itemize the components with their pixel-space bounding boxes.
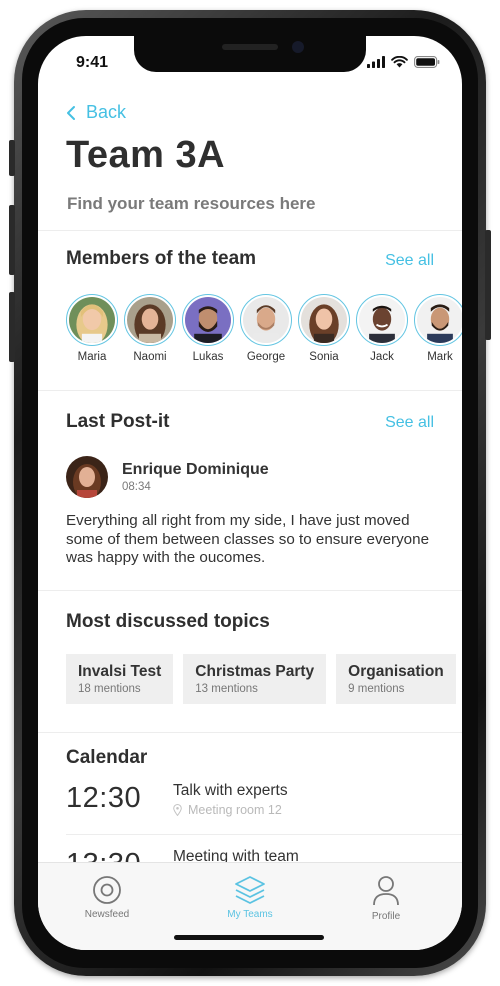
back-label: Back bbox=[86, 102, 127, 122]
tab-label: Newsfeed bbox=[84, 909, 130, 920]
avatar bbox=[301, 297, 347, 343]
location-pin-icon bbox=[173, 804, 182, 816]
avatar bbox=[127, 297, 173, 343]
target-icon bbox=[93, 876, 121, 904]
app-screen: 9:41 Back Team 3A Find your team resourc… bbox=[38, 36, 462, 950]
layers-icon bbox=[235, 876, 265, 904]
avatar bbox=[185, 297, 231, 343]
post-section-title: Last Post-it bbox=[66, 411, 170, 432]
calendar-section-title: Calendar bbox=[66, 747, 148, 768]
member-name: Mark bbox=[427, 351, 453, 363]
notch bbox=[134, 36, 366, 72]
topic-mentions: 9 mentions bbox=[348, 683, 405, 695]
topic-name: Christmas Party bbox=[195, 663, 315, 680]
member-name: Naomi bbox=[133, 351, 167, 363]
members-see-all-link[interactable]: See all bbox=[385, 252, 434, 270]
member-item[interactable]: Maria bbox=[66, 294, 118, 363]
avatar bbox=[359, 297, 405, 343]
tab-newsfeed[interactable]: Newsfeed bbox=[62, 875, 152, 920]
tab-bar: Newsfeed My Teams Profile bbox=[38, 862, 462, 950]
status-time: 9:41 bbox=[76, 54, 109, 71]
topic-name: Organisation bbox=[348, 663, 444, 680]
event-title: Talk with experts bbox=[173, 782, 288, 799]
event-time: 12:30 bbox=[66, 782, 142, 814]
home-indicator bbox=[174, 935, 324, 940]
member-name: Sonia bbox=[309, 351, 339, 363]
post-author-row[interactable]: Enrique Dominique 08:34 bbox=[66, 456, 269, 498]
members-section-title: Members of the team bbox=[66, 248, 257, 269]
member-name: Lukas bbox=[192, 351, 224, 363]
member-item[interactable]: Mark bbox=[414, 294, 462, 363]
power-button bbox=[485, 230, 491, 340]
volume-down-button bbox=[9, 292, 15, 362]
section-divider bbox=[38, 590, 462, 591]
avatar bbox=[66, 456, 108, 498]
member-name: George bbox=[246, 351, 286, 363]
cellular-signal-icon bbox=[367, 56, 385, 68]
post-text: Everything all right from my side, I hav… bbox=[66, 512, 430, 566]
member-item[interactable]: Sonia bbox=[298, 294, 350, 363]
page-title: Team 3A bbox=[66, 134, 226, 176]
tab-label: My Teams bbox=[227, 909, 273, 920]
members-list: Maria Naomi Lukas George Sonia Jack Mark bbox=[66, 294, 462, 363]
event-divider bbox=[66, 834, 462, 835]
member-name: Jack bbox=[370, 351, 394, 363]
section-divider bbox=[38, 230, 462, 231]
section-divider bbox=[38, 390, 462, 391]
battery-icon bbox=[414, 56, 440, 68]
event-location: Meeting room 12 bbox=[188, 803, 282, 817]
tab-profile[interactable]: Profile bbox=[341, 875, 431, 922]
silent-switch bbox=[9, 140, 15, 176]
post-author: Enrique Dominique bbox=[122, 461, 269, 478]
back-button[interactable]: Back bbox=[66, 102, 126, 123]
post-time: 08:34 bbox=[122, 481, 151, 493]
member-item[interactable]: Jack bbox=[356, 294, 408, 363]
topic-mentions: 18 mentions bbox=[78, 683, 141, 695]
topic-chip[interactable]: Invalsi Test 18 mentions bbox=[66, 654, 174, 704]
wifi-icon bbox=[391, 56, 408, 68]
topics-section-title: Most discussed topics bbox=[66, 611, 270, 632]
topic-chip[interactable]: Organisation 9 mentions bbox=[336, 654, 456, 704]
tab-my-teams[interactable]: My Teams bbox=[205, 875, 295, 920]
avatar bbox=[243, 297, 289, 343]
member-item[interactable]: Naomi bbox=[124, 294, 176, 363]
topic-name: Invalsi Test bbox=[78, 663, 162, 680]
front-camera bbox=[292, 41, 304, 53]
speaker-grille bbox=[222, 44, 278, 50]
tab-label: Profile bbox=[371, 911, 401, 922]
chevron-left-icon bbox=[67, 105, 75, 120]
section-divider bbox=[38, 732, 462, 733]
member-item[interactable]: Lukas bbox=[182, 294, 234, 363]
status-icons bbox=[367, 56, 440, 68]
member-item[interactable]: George bbox=[240, 294, 292, 363]
topics-list: Invalsi Test 18 mentions Christmas Party… bbox=[66, 654, 456, 704]
volume-up-button bbox=[9, 205, 15, 275]
person-icon bbox=[373, 876, 399, 906]
page-subtitle: Find your team resources here bbox=[67, 194, 316, 213]
calendar-event[interactable]: 12:30 Talk with experts Meeting room 12 bbox=[66, 782, 288, 817]
topic-mentions: 13 mentions bbox=[195, 683, 258, 695]
topic-chip[interactable]: Christmas Party 13 mentions bbox=[183, 654, 327, 704]
avatar bbox=[69, 297, 115, 343]
member-name: Maria bbox=[77, 351, 107, 363]
avatar bbox=[417, 297, 462, 343]
post-see-all-link[interactable]: See all bbox=[385, 414, 434, 432]
